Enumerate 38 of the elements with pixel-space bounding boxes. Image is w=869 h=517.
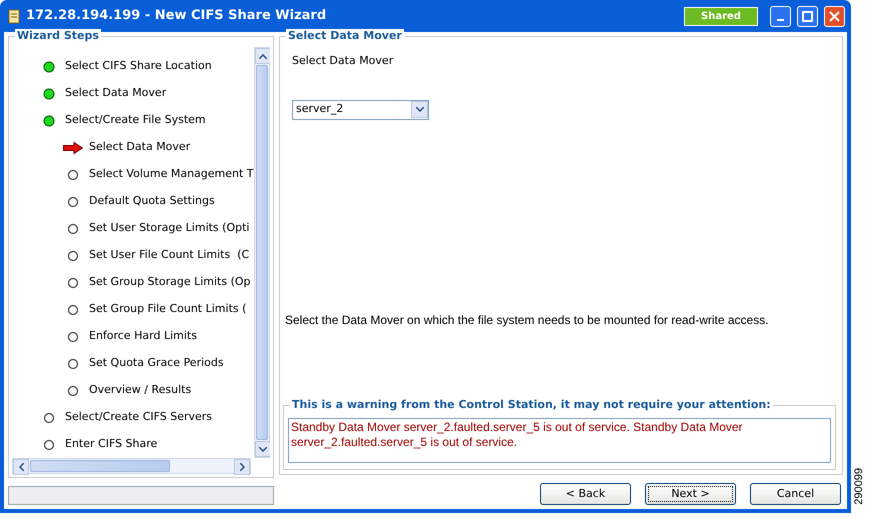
maximize-icon (802, 10, 813, 22)
minimize-button[interactable] (770, 6, 791, 26)
wizard-step: Select Volume Management T (89, 166, 254, 183)
dropdown-value: server_2 (296, 101, 344, 118)
close-icon (829, 10, 840, 22)
wizard-step: Set User File Count Limits (C (89, 247, 250, 264)
wizard-button[interactable]: Next > (645, 483, 736, 505)
maximize-button[interactable] (797, 6, 818, 26)
app-icon (8, 8, 20, 24)
wizard-step: Set Group File Count Limits ( (89, 301, 246, 318)
wizard-step: Select Data Mover (65, 85, 166, 102)
wizard-step: Enter CIFS Share (65, 436, 158, 453)
minimize-icon (777, 19, 784, 21)
field-label: Select Data Mover (292, 53, 394, 69)
wizard-step: Enforce Hard Limits (89, 328, 197, 345)
wizard-step: Select CIFS Share Location (65, 58, 212, 75)
horizontal-scrollbar[interactable] (12, 458, 251, 474)
description-text: Select the Data Mover on which the file system needs to be mounted for read-write access. (285, 312, 769, 329)
wizard-step: Default Quota Settings (89, 193, 215, 210)
vertical-scrollbar[interactable] (254, 47, 270, 458)
warning-title: This is a warning from the Control Station, it may not require your attention: (290, 398, 773, 412)
dropdown-caret-icon (416, 107, 424, 112)
wizard-step: Select Data Mover (89, 139, 190, 156)
wizard-step: Select/Create File System (65, 112, 206, 129)
figure-number: 290099 (852, 468, 866, 505)
wizard-step: Set Quota Grace Periods (89, 355, 224, 372)
warning-message: Standby Data Mover server_2.faulted.server_5 is out of service. Standby Data Mover server_2.faulted.server_5 is out of service. (288, 418, 831, 463)
panel-title: Wizard Steps (15, 29, 101, 43)
wizard-step: Select/Create CIFS Servers (65, 409, 212, 426)
wizard-step: Overview / Results (89, 382, 192, 399)
data-mover-dropdown[interactable]: server_2 (292, 100, 429, 120)
close-button[interactable] (824, 6, 845, 26)
window-title: 172.28.194.199 - New CIFS Share Wizard (26, 7, 326, 26)
wizard-step: Set Group Storage Limits (Op (89, 274, 251, 291)
wizard-button[interactable]: < Back (540, 483, 631, 505)
wizard-step: Set User Storage Limits (Opti (89, 220, 250, 237)
shared-indicator: Shared (684, 6, 758, 26)
wizard-button[interactable]: Cancel (750, 483, 841, 505)
